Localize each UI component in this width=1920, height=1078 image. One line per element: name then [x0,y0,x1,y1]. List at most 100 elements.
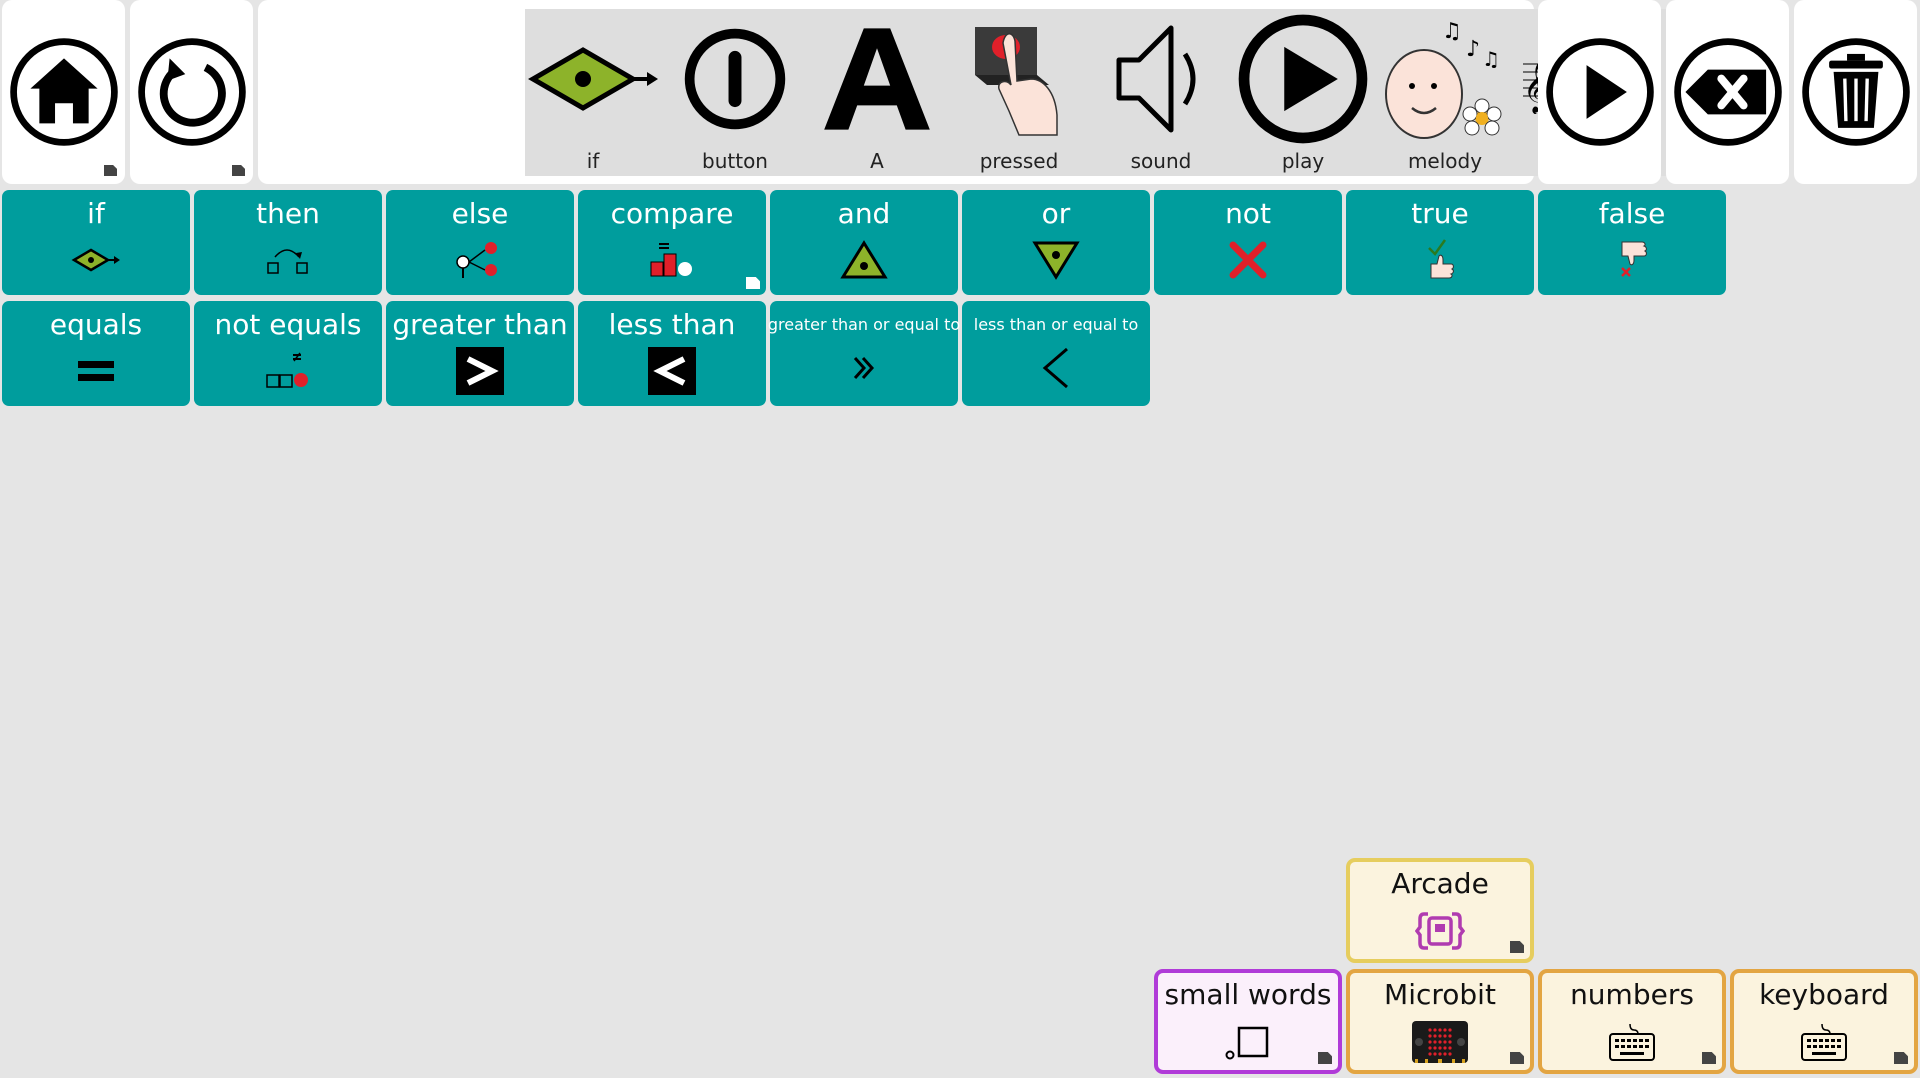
svg-text:♫: ♫ [1442,19,1462,44]
tile-label: greater than or equal to [767,315,961,334]
tile-label: not equals [214,308,362,341]
thumbs-down-cross-icon [1621,241,1647,277]
folder-label: Microbit [1384,978,1496,1011]
message-symbol-if[interactable]: if [525,9,661,184]
red-cross-icon [1229,241,1267,278]
letter-a-icon [824,28,930,130]
finger-press-icon [975,27,1058,136]
else-branch-icon [456,241,497,278]
arcade-logo-icon [1415,911,1465,950]
greater-than-icon [456,346,504,395]
message-symbol-pressed[interactable]: pressed [951,9,1087,184]
triangle-down-icon [1032,241,1080,280]
diamond-arrow-icon [528,47,658,111]
diamond-arrow-icon [71,248,120,271]
message-symbol-label: melody [1407,149,1483,173]
tile-label: if [87,197,105,230]
home-icon [9,38,118,146]
play-icon [1238,14,1368,144]
folder-label: small words [1164,978,1332,1011]
then-arrow-icon [267,248,308,274]
speaker-icon [1116,25,1196,133]
folder-corner-icon [1510,941,1524,953]
folder-corner-icon [1702,1052,1716,1064]
message-symbol-label: play [1281,149,1325,173]
message-symbol-button[interactable]: button [667,9,803,184]
folder-corner-icon [1894,1052,1908,1064]
power-button-icon [684,28,786,130]
folder-corner-icon [746,277,760,289]
tile-not[interactable]: not [1154,190,1342,295]
folder-small-words[interactable]: small words [1154,969,1342,1074]
tile-then[interactable]: then [194,190,382,295]
tile-else[interactable]: else [386,190,574,295]
message-symbol-label: button [702,149,768,173]
tile-label: false [1598,197,1666,230]
less-than-icon [648,346,696,395]
tile-or[interactable]: or [962,190,1150,295]
home-button[interactable] [2,0,125,184]
thumbs-up-check-icon [1428,238,1454,278]
tile-greater-than[interactable]: greater than [386,301,574,406]
message-symbol-melody[interactable]: ♫ ♪ ♫ melody [1377,9,1513,184]
microbit-board-icon [1412,1020,1468,1063]
folder-numbers[interactable]: numbers [1538,969,1726,1074]
svg-text:♪: ♪ [1466,37,1480,62]
tile-label: not [1225,197,1271,230]
tile-if[interactable]: if [2,190,190,295]
tile-greater-than-or-equal[interactable]: greater than or equal to [767,301,961,406]
folder-label: numbers [1570,978,1694,1011]
clear-button[interactable] [1794,0,1917,184]
folder-keyboard[interactable]: keyboard [1730,969,1918,1074]
message-symbol-sound[interactable]: sound [1093,9,1229,184]
undo-button[interactable] [130,0,253,184]
tile-label: or [1041,197,1071,230]
tile-label: and [837,197,891,230]
singing-face-icon: ♫ ♪ ♫ [1385,19,1502,139]
message-symbol-play[interactable]: play [1235,9,1371,184]
tile-equals[interactable]: equals [2,301,190,406]
not-equals-shapes-icon [266,352,308,388]
tile-label: less than [608,308,736,341]
svg-text:♫: ♫ [1482,47,1500,71]
undo-icon [137,38,246,146]
message-symbol-label: A [870,149,884,173]
chevron-left-icon [1042,347,1068,388]
tile-not-equals[interactable]: not equals [194,301,382,406]
folder-label: Arcade [1391,867,1489,900]
keyboard-icon [1801,1023,1847,1061]
tile-less-than[interactable]: less than [578,301,766,406]
tile-label: then [256,197,320,230]
tile-label: else [451,197,509,230]
folder-microbit[interactable]: Microbit [1346,969,1534,1074]
tile-and[interactable]: and [770,190,958,295]
trash-icon [1801,38,1910,146]
tile-true[interactable]: true [1346,190,1534,295]
compare-shapes-icon [650,242,692,276]
tile-compare[interactable]: compare [578,190,766,295]
tile-false[interactable]: false [1538,190,1726,295]
message-symbol-label: if [586,149,600,173]
tile-label: compare [610,197,734,230]
backspace-button[interactable] [1666,0,1789,184]
folder-corner-icon [1510,1052,1524,1064]
speak-button[interactable] [1538,0,1661,184]
tile-label: less than or equal to [973,315,1139,334]
message-symbol-label: pressed [979,149,1059,173]
double-chevron-right-icon [853,356,875,379]
equals-sign-icon [78,360,114,381]
tile-label: greater than [392,308,568,341]
tile-label: true [1411,197,1469,230]
triangle-up-icon [840,239,888,278]
folder-label: keyboard [1759,978,1889,1011]
folder-arcade[interactable]: Arcade [1346,858,1534,963]
backspace-icon [1673,38,1782,146]
message-symbol-a[interactable]: A [809,9,945,184]
folder-corner-icon [232,165,245,176]
keyboard-icon [1609,1023,1655,1061]
message-bar[interactable]: if button A pressed sound play ♫ ♪ ♫ mel… [258,0,1785,184]
tile-less-than-or-equal[interactable]: less than or equal to [962,301,1150,406]
folder-corner-icon [1318,1052,1332,1064]
message-symbol-label: sound [1130,149,1192,173]
folder-corner-icon [104,165,117,176]
